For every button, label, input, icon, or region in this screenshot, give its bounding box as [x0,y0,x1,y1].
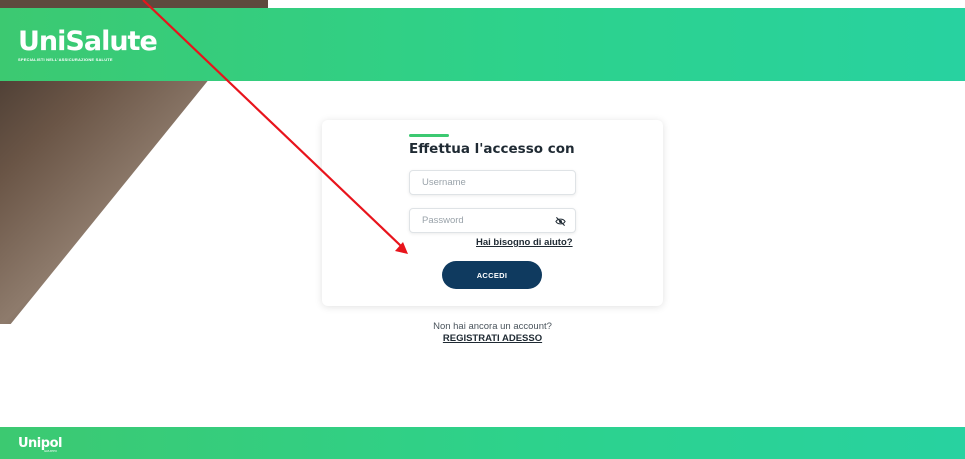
password-field[interactable] [409,208,576,233]
unisalute-logo[interactable]: UniSalute SPECIALISTI NELL'ASSICURAZIONE… [18,26,158,63]
login-title: Effettua l'accesso con [409,141,575,157]
accedi-button[interactable]: ACCEDI [442,261,542,289]
login-page: UniSalute SPECIALISTI NELL'ASSICURAZIONE… [0,0,965,459]
login-card: Effettua l'accesso con Hai bisogno di ai… [322,120,663,306]
username-field[interactable] [409,170,576,195]
title-accent-bar [409,134,449,137]
background-photo-strip [0,0,268,8]
username-input[interactable] [410,171,575,194]
unipol-logo-sub: GRUPPO [44,449,58,453]
no-account-text: Non hai ancora un account? [433,321,552,332]
footer-bar: Unipol GRUPPO [0,427,965,459]
register-link[interactable]: REGISTRATI ADESSO [0,333,965,344]
password-input[interactable] [410,209,575,232]
header-bar: UniSalute SPECIALISTI NELL'ASSICURAZIONE… [0,8,965,81]
logo-tagline: SPECIALISTI NELL'ASSICURAZIONE SALUTE [18,57,113,62]
help-link[interactable]: Hai bisogno di aiuto? [476,237,573,248]
eye-off-icon[interactable] [555,216,566,227]
logo-wordmark: UniSalute [18,26,158,57]
